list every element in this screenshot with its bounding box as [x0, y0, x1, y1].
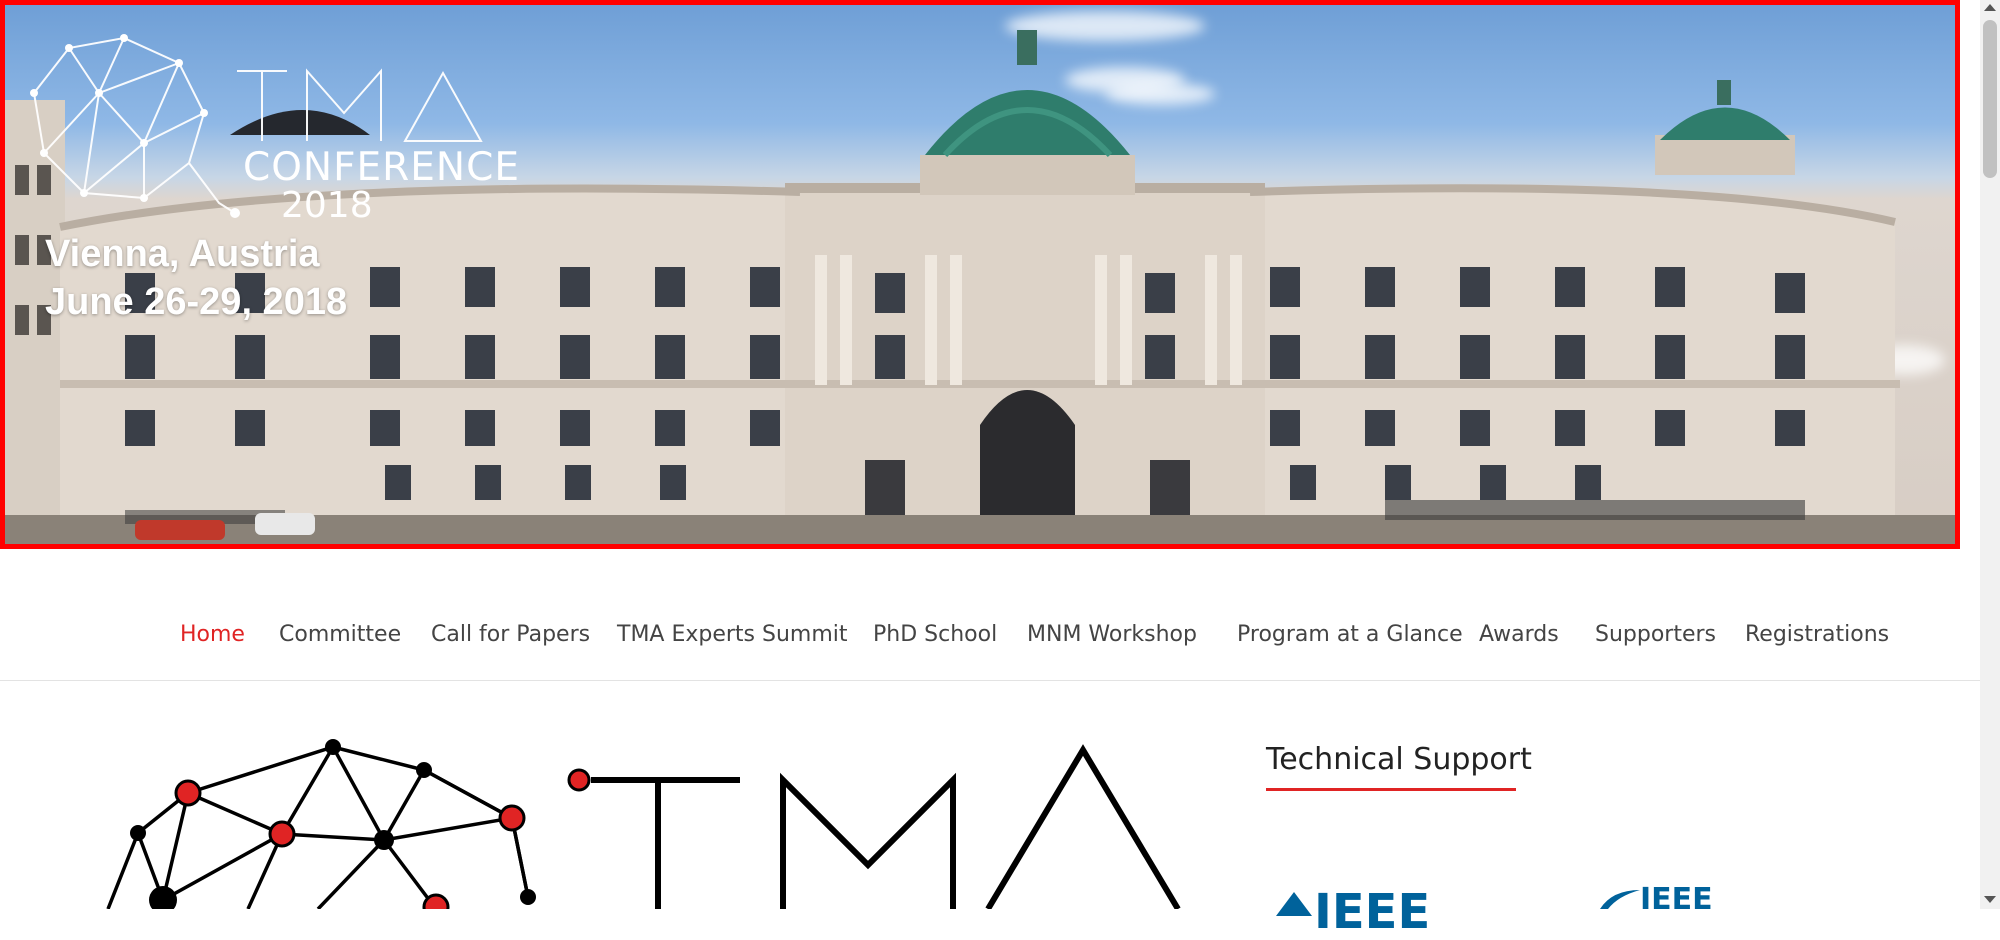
nav-item-supporters[interactable]: Supporters: [1595, 622, 1716, 647]
sidebar-title: Technical Support: [1266, 742, 1532, 777]
nav-item-phd-school[interactable]: PhD School: [873, 622, 997, 647]
sidebar-title-underline: [1266, 788, 1516, 791]
nav-item-registrations[interactable]: Registrations: [1745, 622, 1889, 647]
tma-main-logo: [106, 739, 1181, 909]
main-navigation: Home Committee Call for Papers TMA Exper…: [0, 588, 1980, 681]
banner-conference-word: CONFERENCE: [243, 145, 520, 190]
header-banner: CONFERENCE 2018 Vienna, Austria June 26-…: [0, 0, 1960, 549]
banner-network-logo: [30, 34, 483, 218]
ieee-comsoc-logo[interactable]: IEEE: [1640, 882, 1713, 917]
nav-item-home[interactable]: Home: [180, 622, 245, 647]
banner-location: Vienna, Austria: [45, 233, 320, 275]
vertical-scrollbar[interactable]: [1980, 0, 2000, 909]
nav-item-program-at-a-glance[interactable]: Program at a Glance: [1237, 622, 1463, 647]
scrollbar-thumb[interactable]: [1983, 20, 1997, 178]
nav-item-awards[interactable]: Awards: [1479, 622, 1559, 647]
ieee-logo[interactable]: IEEE: [1314, 888, 1430, 936]
ieee-diamond-icon: [1276, 892, 1312, 916]
banner-dates: June 26-29, 2018: [45, 281, 348, 323]
scroll-up-arrow-icon[interactable]: [1984, 4, 1996, 11]
nav-item-call-for-papers[interactable]: Call for Papers: [431, 622, 590, 647]
nav-item-mnm-workshop[interactable]: MNM Workshop: [1027, 622, 1197, 647]
comsoc-swoosh-icon: [1600, 890, 1640, 909]
nav-item-committee[interactable]: Committee: [279, 622, 401, 647]
nav-item-tma-experts-summit[interactable]: TMA Experts Summit: [617, 622, 848, 647]
banner-conference-year: 2018: [281, 185, 373, 226]
scroll-down-arrow-icon[interactable]: [1984, 896, 1996, 903]
